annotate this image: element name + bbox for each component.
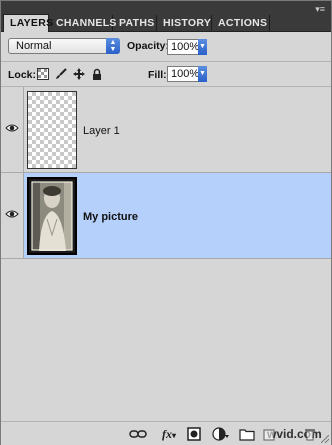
fill-value: 100% [171,68,200,80]
layer-mask-icon[interactable] [187,427,201,441]
lock-all-icon[interactable] [91,68,103,80]
eye-icon [5,124,19,132]
fill-dropdown-icon[interactable]: ▼ [198,66,207,82]
new-layer-icon[interactable] [263,427,277,441]
fill-label: Fill: [148,69,167,81]
layer-row-my-picture[interactable]: My picture [1,173,331,259]
select-arrows-icon: ▲ ▼ [106,38,120,54]
opacity-value: 100% [171,41,200,53]
tab-history[interactable]: HISTORY [157,15,212,31]
blend-mode-value: Normal [16,40,52,52]
opacity-dropdown-icon[interactable]: ▼ [198,39,207,55]
adjustment-layer-icon[interactable] [212,427,230,441]
eye-icon [5,210,19,218]
tab-paths[interactable]: PATHS [113,15,157,31]
layer-name[interactable]: Layer 1 [83,125,120,137]
visibility-toggle[interactable] [1,87,24,172]
tab-actions[interactable]: ACTIONS [212,15,270,31]
opacity-label: Opacity: [127,40,170,52]
layers-bottom-toolbar: fx▾ wvid.com [1,421,331,445]
delete-layer-icon[interactable] [303,427,317,441]
tab-layers[interactable]: LAYERS [3,14,53,32]
layers-list: Layer 1 My picture [1,87,331,414]
blend-mode-select[interactable]: Normal ▲ ▼ [8,38,120,54]
lock-label: Lock: [8,69,37,81]
link-layers-icon[interactable] [129,427,147,441]
layers-panel: LAYERS CHANNELS PATHS HISTORY ACTIONS ▾≡… [0,0,332,445]
panel-tab-bar: LAYERS CHANNELS PATHS HISTORY ACTIONS ▾≡ [1,1,331,32]
layer-thumbnail [27,91,77,169]
lock-fill-row: Lock: Fill: 100% ▼ [1,62,331,86]
fill-field[interactable]: 100% ▼ [167,66,207,82]
visibility-toggle[interactable] [1,173,24,258]
resize-grip-icon[interactable] [321,435,329,443]
layer-thumbnail-photo [27,177,77,255]
layer-row-layer-1[interactable]: Layer 1 [1,87,331,173]
layer-style-fx-icon[interactable]: fx▾ [158,427,180,441]
lock-transparent-pixels-icon[interactable] [37,68,49,80]
new-group-icon[interactable] [239,427,255,441]
layer-name[interactable]: My picture [83,211,138,223]
photo-thumbnail-image [29,179,75,253]
fx-label: fx [161,427,172,441]
blend-opacity-row: Normal ▲ ▼ Opacity: 100% ▼ [1,32,331,61]
tab-channels[interactable]: CHANNELS [50,15,116,31]
panel-menu-icon[interactable]: ▾≡ [313,4,325,14]
opacity-field[interactable]: 100% ▼ [167,39,207,55]
lock-position-icon[interactable] [73,68,85,80]
lock-image-pixels-icon[interactable] [55,68,67,80]
